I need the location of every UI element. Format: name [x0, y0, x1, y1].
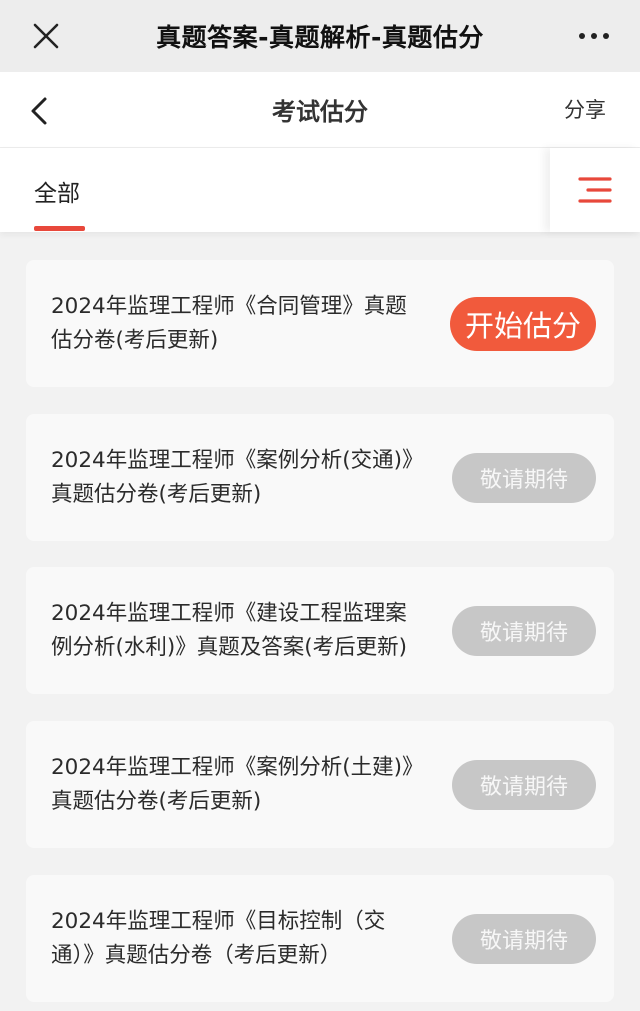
item-title: 2024年监理工程师《建设工程监理案例分析(水利)》真题及答案(考后更新) [51, 600, 408, 660]
item-title: 2024年监理工程师《案例分析(交通)》真题估分卷(考后更新) [51, 447, 413, 507]
start-estimate-button[interactable]: 开始估分 [450, 296, 596, 351]
coming-soon-button[interactable]: 敬请期待 [452, 452, 596, 503]
list-item[interactable]: 2024年监理工程师《合同管理》真题估分卷(考后更新) 开始估分 [26, 260, 614, 387]
more-icon[interactable] [578, 27, 610, 45]
tab-all[interactable]: 全部 [34, 174, 80, 208]
title-bar: 真题答案-真题解析-真题估分 [0, 0, 640, 72]
tab-bar: 全部 [0, 148, 640, 232]
window-title: 真题答案-真题解析-真题估分 [156, 23, 484, 52]
tab-indicator [34, 226, 85, 231]
list-item[interactable]: 2024年监理工程师《案例分析(土建)》真题估分卷(考后更新) 敬请期待 [26, 721, 614, 848]
nav-bar: 考试估分 分享 [0, 72, 640, 148]
share-button[interactable]: 分享 [564, 94, 606, 124]
item-title: 2024年监理工程师《案例分析(土建)》真题估分卷(考后更新) [51, 754, 413, 814]
coming-soon-button[interactable]: 敬请期待 [452, 913, 596, 964]
list-item[interactable]: 2024年监理工程师《案例分析(交通)》真题估分卷(考后更新) 敬请期待 [26, 414, 614, 541]
page-title: 考试估分 [272, 98, 368, 126]
list-item[interactable]: 2024年监理工程师《建设工程监理案例分析(水利)》真题及答案(考后更新) 敬请… [26, 567, 614, 694]
item-title: 2024年监理工程师《目标控制（交通）》真题估分卷（考后更新） [51, 908, 386, 968]
menu-icon [578, 177, 612, 203]
menu-button[interactable] [550, 148, 640, 232]
chevron-left-icon[interactable] [28, 96, 50, 126]
close-icon[interactable] [30, 20, 62, 52]
coming-soon-button[interactable]: 敬请期待 [452, 605, 596, 656]
item-title: 2024年监理工程师《合同管理》真题估分卷(考后更新) [51, 293, 407, 353]
list-item[interactable]: 2024年监理工程师《目标控制（交通）》真题估分卷（考后更新） 敬请期待 [26, 875, 614, 1002]
coming-soon-button[interactable]: 敬请期待 [452, 759, 596, 810]
